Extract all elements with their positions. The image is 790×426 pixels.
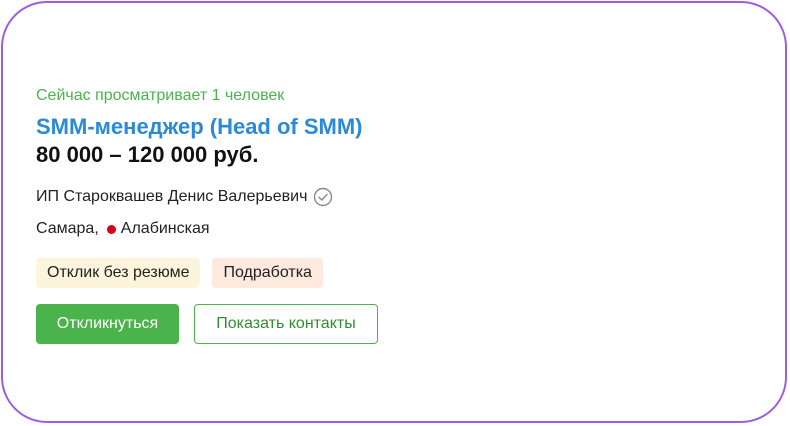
metro-station-name: Алабинская (120, 220, 210, 237)
show-contacts-button[interactable]: Показать контакты (194, 304, 378, 344)
tag-part-time: Подработка (212, 258, 323, 288)
employer-link[interactable]: ИП Староквашев Денис Валерьевич (36, 188, 307, 206)
respond-button[interactable]: Откликнуться (36, 304, 179, 344)
tag-list: Отклик без резюме Подработка (36, 258, 378, 288)
employer-row: ИП Староквашев Денис Валерьевич (36, 186, 378, 208)
vacancy-title-link[interactable]: SMM-менеджер (Head of SMM) (36, 114, 363, 140)
check-circle-icon (313, 187, 333, 207)
tag-no-resume: Отклик без резюме (36, 258, 201, 288)
location-row: Самара, Алабинская (36, 218, 378, 240)
salary: 80 000 – 120 000 руб. (36, 142, 259, 167)
vacancy-content: Сейчас просматривает 1 человек SMM-менед… (36, 86, 378, 344)
vacancy-card: Сейчас просматривает 1 человек SMM-менед… (1, 1, 787, 423)
viewers-count: Сейчас просматривает 1 человек (36, 87, 285, 104)
action-buttons: Откликнуться Показать контакты (36, 304, 378, 344)
city-name: Самара, (36, 220, 99, 237)
metro-line-icon (106, 224, 116, 234)
